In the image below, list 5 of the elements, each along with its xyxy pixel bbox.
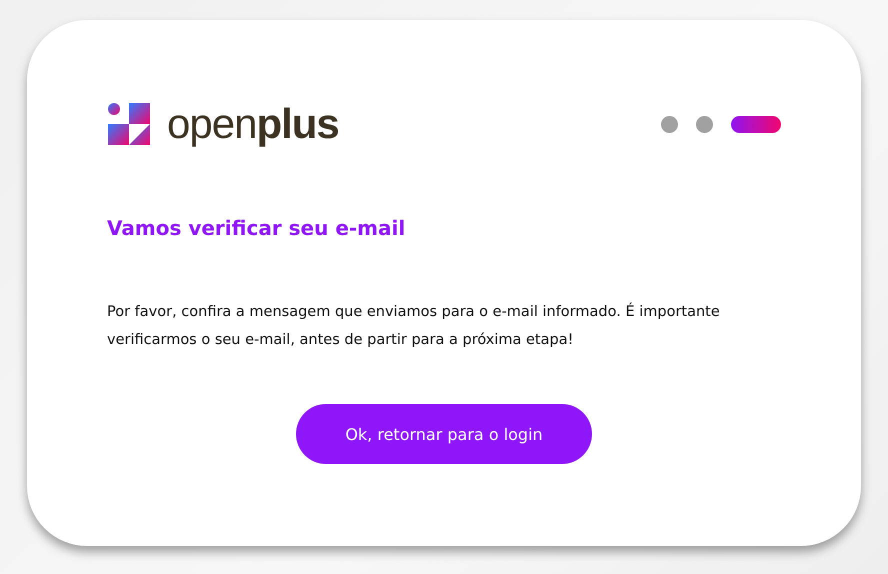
return-login-button[interactable]: Ok, retornar para o login — [296, 404, 592, 464]
logo-icon — [107, 102, 151, 146]
brand-wordmark: openplus — [167, 100, 339, 148]
page-title: Vamos verificar seu e-mail — [107, 216, 406, 240]
message-text: Por favor, confira a mensagem que enviamos para o e-mail informado. É importante verificarmos o seu e-mail, antes de partir para a próxima etapa! — [107, 302, 721, 350]
